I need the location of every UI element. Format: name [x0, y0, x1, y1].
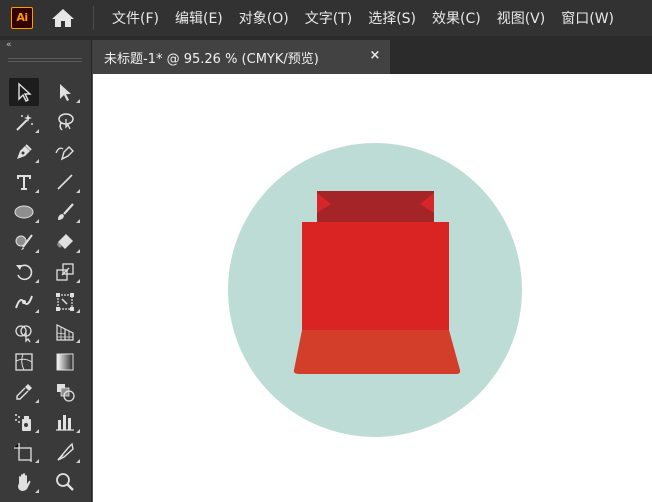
- artwork: [228, 143, 522, 437]
- blend-tool-icon[interactable]: [50, 378, 80, 406]
- menu-file[interactable]: 文件(F): [104, 8, 167, 28]
- document-tab-title: 未标题-1* @ 95.26 % (CMYK/预览): [104, 51, 319, 67]
- app-logo: Ai: [11, 7, 33, 29]
- menu-select[interactable]: 选择(S): [360, 8, 424, 28]
- panel-grip[interactable]: [8, 56, 82, 66]
- mesh-tool-icon[interactable]: [9, 348, 39, 376]
- bag-top-flap[interactable]: [317, 191, 434, 222]
- column-graph-tool-icon[interactable]: [50, 408, 80, 436]
- menu-type[interactable]: 文字(T): [297, 8, 360, 28]
- close-icon[interactable]: ×: [368, 48, 382, 64]
- menu-bar: Ai 文件(F) 编辑(E) 对象(O) 文字(T) 选择(S) 效果(C) 视…: [0, 0, 652, 36]
- lasso-tool-icon[interactable]: [50, 108, 80, 136]
- perspective-grid-tool-icon[interactable]: [50, 318, 80, 346]
- free-transform-tool-icon[interactable]: [50, 288, 80, 316]
- main-menu: 文件(F) 编辑(E) 对象(O) 文字(T) 选择(S) 效果(C) 视图(V…: [104, 0, 622, 36]
- tools-panel: «: [0, 40, 92, 502]
- eraser-tool-icon[interactable]: [50, 228, 80, 256]
- menu-view[interactable]: 视图(V): [489, 8, 554, 28]
- scale-tool-icon[interactable]: [50, 258, 80, 286]
- menu-window[interactable]: 窗口(W): [553, 8, 622, 28]
- magic-wand-tool-icon[interactable]: [9, 108, 39, 136]
- hand-tool-icon[interactable]: [9, 468, 39, 496]
- type-tool-icon[interactable]: [9, 168, 39, 196]
- artboard-tool-icon[interactable]: [9, 438, 39, 466]
- shaper-tool-icon[interactable]: [9, 228, 39, 256]
- document-tab-bar: 未标题-1* @ 95.26 % (CMYK/预览) ×: [92, 40, 652, 74]
- menu-edit[interactable]: 编辑(E): [167, 8, 231, 28]
- menu-object[interactable]: 对象(O): [231, 8, 297, 28]
- menu-divider: [93, 6, 94, 30]
- curvature-tool-icon[interactable]: [50, 138, 80, 166]
- selection-tool-icon[interactable]: [9, 78, 39, 106]
- shape-builder-tool-icon[interactable]: [9, 318, 39, 346]
- direct-selection-tool-icon[interactable]: [50, 78, 80, 106]
- pen-tool-icon[interactable]: [9, 138, 39, 166]
- artboard-canvas[interactable]: [93, 74, 652, 502]
- width-tool-icon[interactable]: [9, 288, 39, 316]
- ellipse-tool-icon[interactable]: [9, 198, 39, 226]
- collapse-panel-icon[interactable]: «: [6, 40, 12, 50]
- menu-effect[interactable]: 效果(C): [424, 8, 489, 28]
- rotate-tool-icon[interactable]: [9, 258, 39, 286]
- paintbrush-tool-icon[interactable]: [50, 198, 80, 226]
- line-segment-tool-icon[interactable]: [50, 168, 80, 196]
- gradient-tool-icon[interactable]: [50, 348, 80, 376]
- home-icon[interactable]: [50, 7, 76, 29]
- eyedropper-tool-icon[interactable]: [9, 378, 39, 406]
- symbol-sprayer-tool-icon[interactable]: [9, 408, 39, 436]
- zoom-tool-icon[interactable]: [50, 468, 80, 496]
- bag-bottom-band[interactable]: [293, 330, 461, 374]
- document-tab[interactable]: 未标题-1* @ 95.26 % (CMYK/预览) ×: [92, 40, 390, 74]
- slice-tool-icon[interactable]: [50, 438, 80, 466]
- bag-body[interactable]: [302, 222, 449, 330]
